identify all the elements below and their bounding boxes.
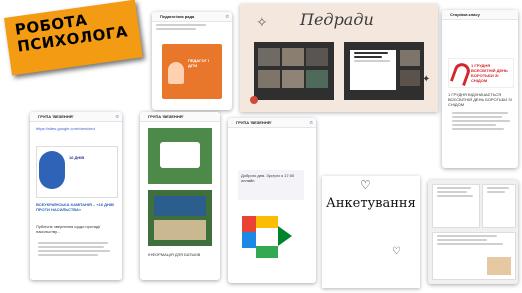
google-meet-icon[interactable]	[242, 216, 294, 260]
green-image[interactable]	[148, 128, 212, 184]
white-card	[160, 142, 200, 168]
chat-window-group: ГРУПА 'ВЕЗЕННЯ' ✆ https://sites.google.c…	[30, 112, 122, 280]
chat-link[interactable]: https://sites.google.com/view/sed	[36, 126, 95, 131]
video-tile	[306, 48, 328, 66]
pin-icon	[250, 96, 258, 104]
chat-header-title: Педагогічна рада	[160, 14, 195, 19]
tile-caption: ПЕДАГОГ І ДІТИ	[188, 58, 210, 68]
star-icon: ✧	[256, 14, 268, 30]
video-tile	[306, 70, 328, 88]
campaign-poster[interactable]: 16 ДНІВ	[36, 146, 118, 198]
orange-tile[interactable]: ПЕДАГОГ І ДІТИ	[162, 44, 222, 99]
chat-header-title: ГРУПА 'ВЕЗЕННЯ'	[38, 114, 74, 119]
chat-header: Педагогічна рада ✆	[152, 12, 232, 22]
call-icon[interactable]: ✆	[116, 114, 119, 119]
video-tile	[258, 48, 280, 66]
chat-window-images: ГРУПА 'ВЕЗЕННЯ' ІНФОРМАЦІЯ ДЛЯ БАТЬКІВ	[140, 112, 220, 280]
red-ribbon-icon	[449, 60, 473, 87]
aids-poster-title: 1 ГРУДНЯ ВСЕСВІТНІЙ ДЕНЬ БОРОТЬБИ ЗІ СНІ…	[471, 63, 508, 83]
form-page[interactable]	[432, 232, 516, 280]
form-screenshots	[428, 180, 518, 284]
child-illustration	[168, 62, 184, 84]
video-tile	[258, 70, 280, 88]
slide	[350, 50, 396, 90]
chat-header: ГРУПА 'ВЕЗЕННЯ' ✆	[228, 118, 316, 128]
form-image	[487, 257, 511, 275]
call-icon[interactable]: ✆	[310, 120, 313, 125]
message-text: Доброго дня. Зустріч о 17:00 онлайн	[241, 173, 295, 183]
video-tile	[282, 48, 304, 66]
chat-header-title: ГРУПА 'ВЕЗЕННЯ'	[148, 114, 184, 119]
aids-text: 1 ГРУДНЯ ВІДЗНАЧАЄТЬСЯ ВСЕСВІТНІЙ ДЕНЬ Б…	[448, 92, 512, 107]
chat-header: ГРУПА 'ВЕЗЕННЯ' ✆	[30, 112, 122, 122]
video-call-screenshot[interactable]	[254, 42, 334, 100]
call-icon[interactable]: ✆	[226, 14, 229, 19]
blue-block	[154, 196, 206, 216]
photo-block	[154, 220, 206, 240]
campaign-body: Публічне звернення щодо протидії насильс…	[36, 224, 101, 234]
image-caption: ІНФОРМАЦІЯ ДЛЯ БАТЬКІВ	[148, 252, 201, 257]
heart-icon: ♡	[360, 178, 371, 192]
chat-header: Сторінка класу	[442, 10, 518, 20]
chat-window-aids: Сторінка класу 1 ГРУДНЯ ВСЕСВІТНІЙ ДЕНЬ …	[442, 10, 518, 168]
heart-icon: ♡	[392, 246, 401, 257]
green-image-2[interactable]	[148, 190, 212, 246]
video-tile	[282, 70, 304, 88]
video-tile	[400, 50, 420, 66]
pedrady-board: Педради ✧ ✦	[240, 4, 438, 112]
chat-header: ГРУПА 'ВЕЗЕННЯ'	[140, 112, 220, 122]
aids-poster[interactable]: 1 ГРУДНЯ ВСЕСВІТНІЙ ДЕНЬ БОРОТЬБИ ЗІ СНІ…	[448, 58, 514, 88]
chat-header-title: ГРУПА 'ВЕЗЕННЯ'	[236, 120, 272, 125]
form-page[interactable]	[432, 184, 480, 228]
presentation-screenshot[interactable]	[344, 42, 424, 100]
chat-window-pedrada: Педагогічна рада ✆ ПЕДАГОГ І ДІТИ	[152, 12, 232, 110]
survey-card: Анкетування ♡ ♡	[322, 176, 420, 288]
chat-header-title: Сторінка класу	[450, 12, 480, 17]
form-page[interactable]	[482, 184, 516, 228]
campaign-poster-text: 16 ДНІВ	[69, 155, 85, 160]
eu-stars-circle	[39, 151, 65, 189]
survey-title: Анкетування	[326, 196, 416, 211]
message-bubble: Доброго дня. Зустріч о 17:00 онлайн	[238, 170, 304, 200]
pedrady-title: Педради	[300, 10, 374, 29]
chat-window-meet: ГРУПА 'ВЕЗЕННЯ' ✆ Доброго дня. Зустріч о…	[228, 118, 316, 283]
video-tile	[400, 70, 420, 86]
sparkle-icon: ✦	[422, 74, 431, 85]
campaign-title: ВСЕУКРАЇНСЬКА КАМПАНІЯ – «16 ДНІВ ПРОТИ …	[36, 202, 114, 212]
